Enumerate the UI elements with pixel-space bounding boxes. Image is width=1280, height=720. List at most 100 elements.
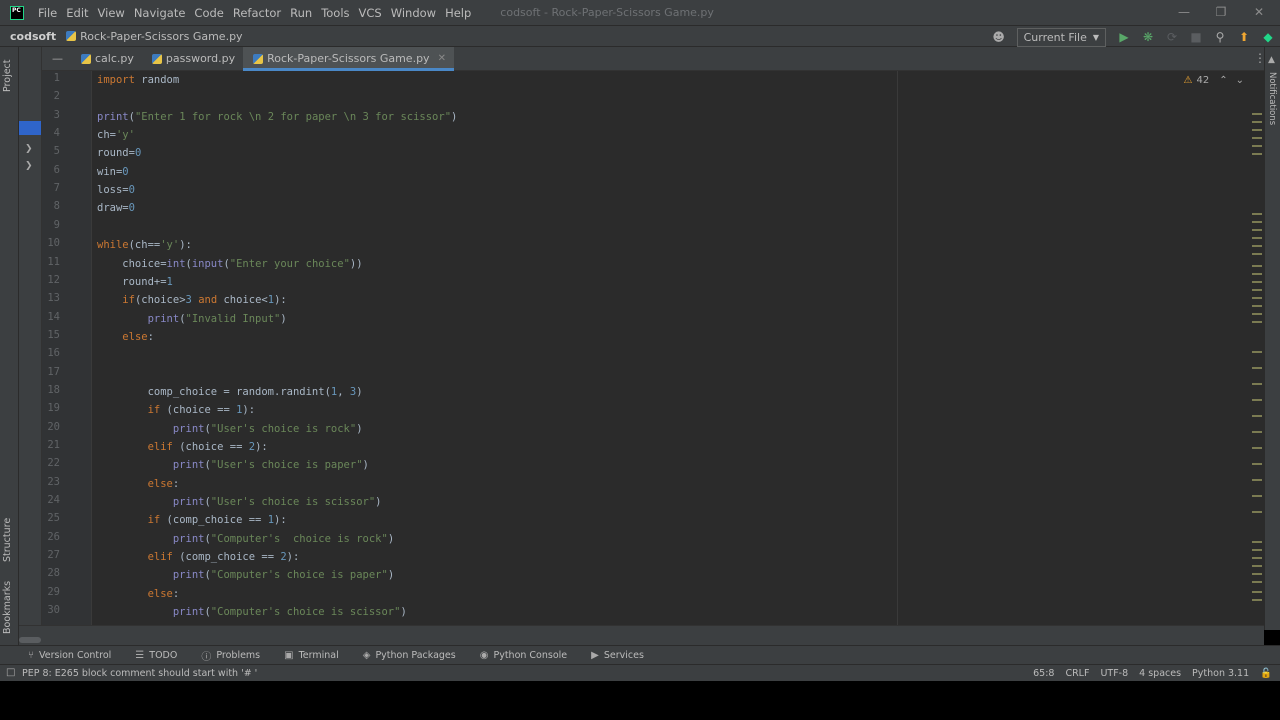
search-icon[interactable]: ⚲ (1211, 28, 1229, 46)
tool-window-version-control[interactable]: ⑂ Version Control (28, 650, 111, 661)
code-line[interactable]: round=0 (97, 144, 141, 162)
code-line[interactable]: ch='y' (97, 126, 135, 144)
warning-stripe-mark[interactable] (1252, 153, 1262, 155)
warning-stripe-mark[interactable] (1252, 113, 1262, 115)
structure-tool-tab[interactable]: Structure (2, 512, 17, 567)
run-icon[interactable]: ▶ (1115, 28, 1133, 46)
warning-stripe-mark[interactable] (1252, 367, 1262, 369)
menu-navigate[interactable]: Navigate (134, 6, 193, 20)
warning-stripe-mark[interactable] (1252, 431, 1262, 433)
menu-refactor[interactable]: Refactor (233, 6, 288, 20)
warning-stripe-mark[interactable] (1252, 245, 1262, 247)
warning-stripe-mark[interactable] (1252, 221, 1262, 223)
lock-icon[interactable]: 🔓 (1260, 668, 1272, 679)
warning-stripe-mark[interactable] (1252, 565, 1262, 567)
scrollbar-thumb[interactable] (19, 637, 41, 643)
code-line[interactable]: print("Computer's choice is rock") (97, 530, 394, 548)
update-icon[interactable]: ⬆ (1235, 28, 1253, 46)
warning-stripe-mark[interactable] (1252, 511, 1262, 513)
stop-icon[interactable]: ■ (1187, 28, 1205, 46)
warning-stripe-mark[interactable] (1252, 265, 1262, 267)
warning-stripe-mark[interactable] (1252, 557, 1262, 559)
menu-help[interactable]: Help (445, 6, 478, 20)
code-line[interactable]: if(choice>3 and choice<1): (97, 291, 286, 309)
minimize-icon[interactable]: — (1176, 4, 1192, 20)
tree-expand-icon[interactable]: ❯ (25, 161, 33, 171)
menu-edit[interactable]: Edit (66, 6, 95, 20)
tab-password[interactable]: password.py (142, 47, 243, 71)
warning-stripe-mark[interactable] (1252, 599, 1262, 601)
notifications-tool-tab[interactable]: Notifications (1267, 72, 1277, 125)
code-line[interactable]: if (comp_choice == 1): (97, 511, 287, 529)
warning-stripe-mark[interactable] (1252, 273, 1262, 275)
code-line[interactable]: print("Invalid Input") (97, 310, 287, 328)
code-line[interactable]: choice=int(input("Enter your choice")) (97, 255, 362, 273)
warning-stripe-mark[interactable] (1252, 463, 1262, 465)
project-panel-collapsed[interactable]: ❯ ❯ (19, 47, 42, 630)
warning-stripe-mark[interactable] (1252, 305, 1262, 307)
warning-stripe-mark[interactable] (1252, 129, 1262, 131)
code-line[interactable]: print("Computer's choice is scissor") (97, 603, 407, 621)
code-line[interactable]: print("Computer's choice is paper") (97, 566, 394, 584)
warning-stripe-mark[interactable] (1252, 399, 1262, 401)
menu-tools[interactable]: Tools (321, 6, 356, 20)
menu-file[interactable]: File (38, 6, 64, 20)
previous-highlight-icon[interactable]: ⌃ (1219, 75, 1227, 86)
warning-stripe-mark[interactable] (1252, 415, 1262, 417)
indent-setting[interactable]: 4 spaces (1139, 668, 1181, 679)
warning-stripe-mark[interactable] (1252, 581, 1262, 583)
inspection-widget[interactable]: ⚠ 42 ⌃ ⌄ (1184, 75, 1244, 86)
menu-window[interactable]: Window (391, 6, 443, 20)
close-icon[interactable]: ✕ (1251, 4, 1267, 20)
user-icon[interactable]: ☻ (990, 28, 1008, 46)
bookmarks-tool-tab[interactable]: Bookmarks (2, 577, 17, 637)
warning-stripe-mark[interactable] (1252, 229, 1262, 231)
code-line[interactable]: print("User's choice is scissor") (97, 493, 382, 511)
tool-window-terminal[interactable]: ▣ Terminal (284, 650, 339, 661)
code-line[interactable]: elif (comp_choice == 2): (97, 548, 300, 566)
code-editor[interactable]: 1 2 3 4 5 6 7 8 9 10 11 12 13 14 15 16 17 18 19 20 21 22 23 24 2… (42, 71, 1264, 625)
menu-run[interactable]: Run (290, 6, 319, 20)
coverage-icon[interactable]: ⟳ (1163, 28, 1181, 46)
warning-stripe-mark[interactable] (1252, 351, 1262, 353)
menu-vcs[interactable]: VCS (359, 6, 389, 20)
debug-icon[interactable]: ❋ (1139, 28, 1157, 46)
warning-stripe-mark[interactable] (1252, 591, 1262, 593)
close-tab-icon[interactable]: ✕ (438, 53, 446, 64)
code-line[interactable]: loss=0 (97, 181, 135, 199)
panel-toggle-icon[interactable]: □ (6, 667, 15, 678)
code-line[interactable]: else: (97, 328, 154, 346)
tool-window-services[interactable]: ▶ Services (591, 650, 644, 661)
code-line[interactable]: elif (choice == 2): (97, 438, 268, 456)
warning-stripe-mark[interactable] (1252, 573, 1262, 575)
breadcrumb-file[interactable]: Rock-Paper-Scissors Game.py (80, 30, 242, 43)
code-line[interactable]: print("User's choice is rock") (97, 420, 363, 438)
warning-stripe-mark[interactable] (1252, 237, 1262, 239)
warning-stripe-mark[interactable] (1252, 541, 1262, 543)
warning-stripe-mark[interactable] (1252, 145, 1262, 147)
warning-stripe-mark[interactable] (1252, 137, 1262, 139)
code-line[interactable]: comp_choice = random.randint(1, 3) (97, 383, 363, 401)
python-interpreter[interactable]: Python 3.11 (1192, 668, 1249, 679)
horizontal-scrollbar[interactable] (19, 625, 1264, 645)
file-encoding[interactable]: UTF-8 (1100, 668, 1128, 679)
warning-stripe-mark[interactable] (1252, 213, 1262, 215)
code-line[interactable]: else: (97, 475, 180, 493)
code-line[interactable]: print("User's choice is paper") (97, 456, 369, 474)
tool-window-python-console[interactable]: ◉ Python Console (480, 650, 567, 661)
caret-position[interactable]: 65:8 (1033, 668, 1054, 679)
code-line[interactable]: draw=0 (97, 199, 135, 217)
warning-stripe-mark[interactable] (1252, 447, 1262, 449)
warning-stripe-mark[interactable] (1252, 549, 1262, 551)
code-line[interactable]: while(ch=='y'): (97, 236, 192, 254)
project-tool-tab[interactable]: Project (2, 53, 17, 98)
code-line[interactable]: round+=1 (97, 273, 173, 291)
tool-window-todo[interactable]: ☰ TODO (135, 650, 177, 661)
warning-stripe-mark[interactable] (1252, 289, 1262, 291)
menu-code[interactable]: Code (194, 6, 230, 20)
menu-view[interactable]: View (98, 6, 132, 20)
tool-window-problems[interactable]: ⓘ Problems (201, 648, 260, 663)
code-line[interactable]: print("Enter 1 for rock \n 2 for paper \… (97, 108, 457, 126)
code-line[interactable]: if (choice == 1): (97, 401, 256, 419)
tool-window-python-packages[interactable]: ◈ Python Packages (363, 650, 456, 661)
